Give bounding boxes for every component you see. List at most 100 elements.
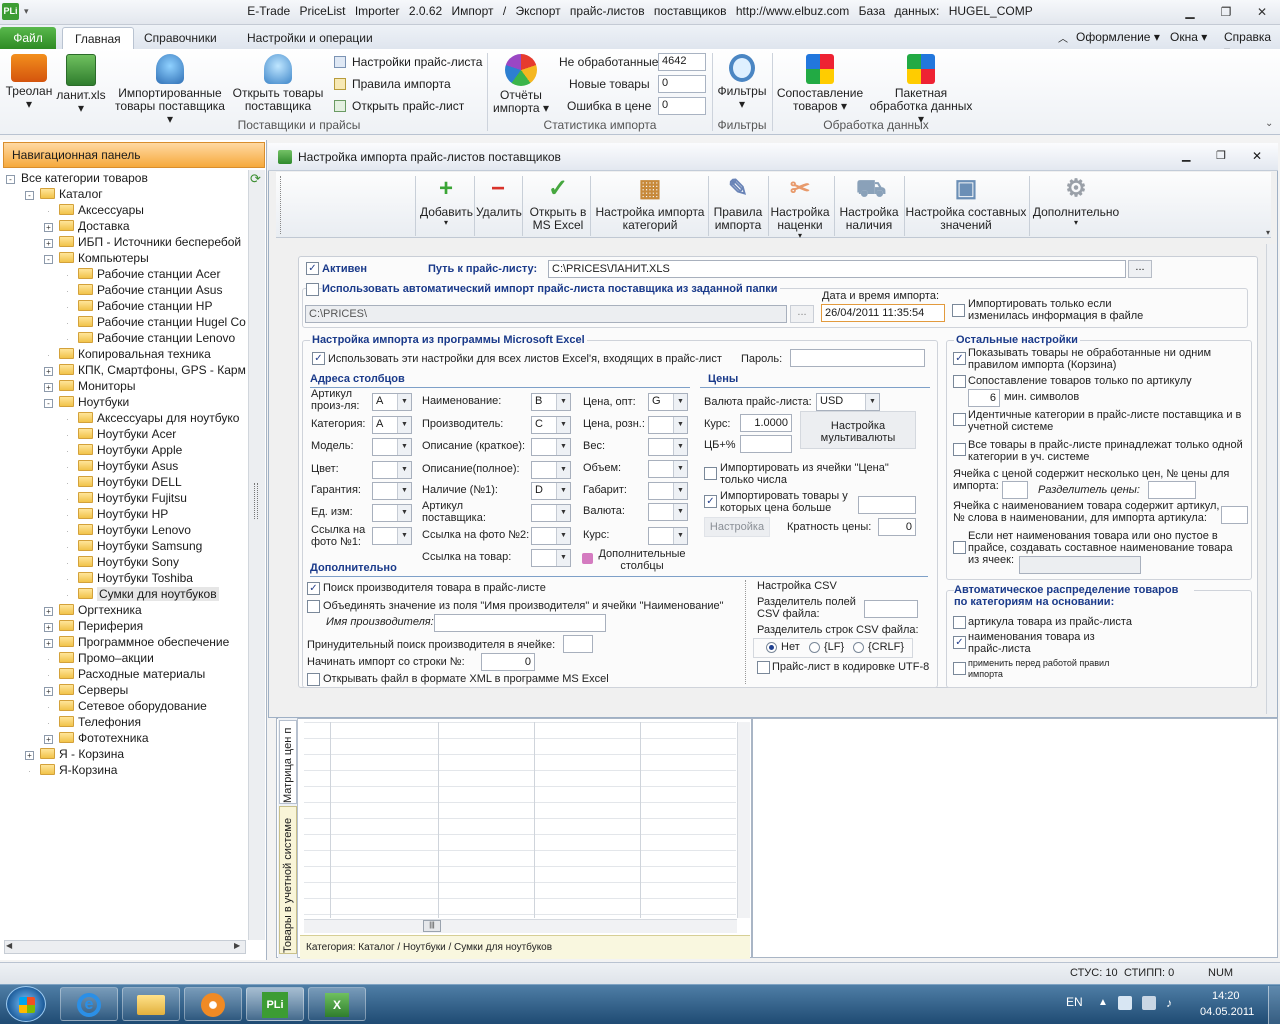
tray-expand-icon[interactable]: ▲ bbox=[1098, 997, 1108, 1008]
toolbar-button-check[interactable]: ✓ Открыть в MS Excel bbox=[528, 176, 588, 232]
tree-item[interactable]: · Ноутбуки HP bbox=[6, 506, 248, 522]
tree-item[interactable]: · Сетевое оборудование bbox=[6, 698, 248, 714]
tree-item[interactable]: · Ноутбуки Asus bbox=[6, 458, 248, 474]
tree-item[interactable]: + Программное обеспечение bbox=[6, 634, 248, 650]
browse-button[interactable]: ... bbox=[1128, 260, 1152, 278]
col-color-select[interactable] bbox=[372, 461, 412, 479]
tree-item[interactable]: - Компьютеры bbox=[6, 250, 248, 266]
col-unit-select[interactable] bbox=[372, 504, 412, 522]
nav-horizontal-scrollbar[interactable] bbox=[4, 940, 246, 954]
expand-icon[interactable]: + bbox=[25, 751, 34, 760]
merge-vendor-checkbox[interactable] bbox=[307, 600, 320, 613]
vendor-name-input[interactable] bbox=[434, 614, 606, 632]
expand-icon[interactable]: + bbox=[44, 623, 53, 632]
col-name-select[interactable]: B bbox=[531, 393, 571, 411]
volume-icon[interactable]: ♪ bbox=[1166, 996, 1180, 1010]
tree-item[interactable]: · Расходные материалы bbox=[6, 666, 248, 682]
tree-item[interactable]: · Рабочие станции Lenovo bbox=[6, 330, 248, 346]
expand-icon[interactable]: + bbox=[44, 367, 53, 376]
password-input[interactable] bbox=[790, 349, 925, 367]
only-changed-checkbox[interactable] bbox=[952, 304, 965, 317]
tree-item[interactable]: + Периферия bbox=[6, 618, 248, 634]
col-category-select[interactable]: A bbox=[372, 416, 412, 434]
lanit-xls-button[interactable]: ланит.xls ▾ bbox=[56, 54, 106, 115]
close-button[interactable]: ✕ bbox=[1250, 3, 1274, 21]
vendor-search-checkbox[interactable]: ✓ bbox=[307, 582, 320, 595]
col-price-retail-select[interactable] bbox=[648, 416, 688, 434]
tree-item[interactable]: · Рабочие станции Acer bbox=[6, 266, 248, 282]
clock-time[interactable]: 14:20 bbox=[1212, 990, 1240, 1002]
toolbar-button-minus[interactable]: − Удалить bbox=[476, 176, 522, 219]
refresh-icon[interactable]: ⟳ bbox=[250, 172, 264, 186]
expand-icon[interactable]: + bbox=[44, 607, 53, 616]
tree-item[interactable]: · Ноутбуки Acer bbox=[6, 426, 248, 442]
ribbon-expand-icon[interactable]: ⌄ bbox=[1265, 118, 1273, 129]
col-model-select[interactable] bbox=[372, 438, 412, 456]
tab-price-matrix[interactable]: Матрица цен п bbox=[279, 720, 297, 804]
tree-item[interactable]: · Ноутбуки Samsung bbox=[6, 538, 248, 554]
taskbar-etrade[interactable]: PLi bbox=[246, 987, 304, 1021]
start-row-input[interactable]: 0 bbox=[481, 653, 535, 671]
tab-references[interactable]: Справочники bbox=[132, 27, 229, 49]
apply-before-rules-checkbox[interactable] bbox=[953, 662, 966, 675]
csv-crlf-radio[interactable] bbox=[853, 642, 864, 653]
col-article-select[interactable]: A bbox=[372, 393, 412, 411]
toolbar-button-plus[interactable]: + Добавить ▾ bbox=[420, 176, 473, 227]
expand-icon[interactable]: + bbox=[44, 687, 53, 696]
auto-import-path-input[interactable]: C:\PRICES\ bbox=[305, 305, 787, 323]
col-photo2-select[interactable] bbox=[531, 527, 571, 545]
open-supplier-products-button[interactable]: Открыть товары поставщика bbox=[230, 54, 326, 113]
single-category-checkbox[interactable] bbox=[953, 443, 966, 456]
tree-item[interactable]: - Каталог bbox=[6, 186, 248, 202]
filters-button[interactable]: Фильтры ▾ bbox=[714, 54, 770, 111]
taskbar-ie[interactable]: e bbox=[60, 987, 118, 1021]
path-input[interactable]: C:\PRICES\ЛАНИТ.XLS bbox=[548, 260, 1126, 278]
price-setup-button[interactable]: Настройка bbox=[704, 517, 770, 537]
child-close-button[interactable]: ✕ bbox=[1252, 149, 1262, 163]
tree-item[interactable]: - Все категории товаров bbox=[6, 170, 248, 186]
identical-categories-checkbox[interactable] bbox=[953, 413, 966, 426]
extra-columns-link[interactable]: Дополнительные столбцы bbox=[596, 548, 688, 572]
by-name-checkbox[interactable]: ✓ bbox=[953, 636, 966, 649]
maximize-button[interactable]: ❐ bbox=[1214, 3, 1238, 21]
expand-icon[interactable]: + bbox=[44, 223, 53, 232]
collapse-icon[interactable]: - bbox=[6, 175, 15, 184]
col-price-opt-select[interactable]: G bbox=[648, 393, 688, 411]
multi-price-input[interactable] bbox=[1002, 481, 1028, 499]
collapse-icon[interactable]: - bbox=[44, 255, 53, 264]
match-by-article-checkbox[interactable] bbox=[953, 375, 966, 388]
tree-item[interactable]: + Мониторы bbox=[6, 378, 248, 394]
price-greater-checkbox[interactable]: ✓ bbox=[704, 495, 717, 508]
composite-name-checkbox[interactable] bbox=[953, 541, 966, 554]
active-checkbox[interactable]: ✓ bbox=[306, 262, 319, 275]
child-maximize-button[interactable]: ❐ bbox=[1216, 149, 1226, 162]
multiplicity-input[interactable]: 0 bbox=[878, 518, 916, 536]
csv-lf-radio[interactable] bbox=[809, 642, 820, 653]
toolbar-overflow-icon[interactable]: ▾ bbox=[1266, 228, 1270, 237]
col-desc-short-select[interactable] bbox=[531, 438, 571, 456]
tree-item[interactable]: + Серверы bbox=[6, 682, 248, 698]
col-vendor-select[interactable]: C bbox=[531, 416, 571, 434]
tree-item[interactable]: + КПК, Смартфоны, GPS - Карм bbox=[6, 362, 248, 378]
xml-open-checkbox[interactable] bbox=[307, 673, 320, 686]
expand-icon[interactable]: + bbox=[44, 735, 53, 744]
flag-icon[interactable] bbox=[1118, 996, 1132, 1010]
tree-item[interactable]: · Копировальная техника bbox=[6, 346, 248, 362]
rate-input[interactable]: 1.0000 bbox=[740, 414, 792, 432]
tree-item[interactable]: · Рабочие станции HP bbox=[6, 298, 248, 314]
expand-icon[interactable]: + bbox=[44, 239, 53, 248]
grid-scroll-thumb[interactable]: ||| bbox=[423, 920, 441, 932]
col-photo1-select[interactable] bbox=[372, 527, 412, 545]
form-scrollbar[interactable] bbox=[1266, 244, 1276, 714]
collapse-icon[interactable]: - bbox=[25, 191, 34, 200]
taskbar-explorer[interactable] bbox=[122, 987, 180, 1021]
caret-up-icon[interactable]: ︿ bbox=[1058, 30, 1068, 45]
col-size-select[interactable] bbox=[648, 482, 688, 500]
tree-item[interactable]: + ИБП - Источники бесперебой bbox=[6, 234, 248, 250]
col-weight-select[interactable] bbox=[648, 438, 688, 456]
price-currency-select[interactable]: USD bbox=[816, 393, 880, 411]
tab-accounting-products[interactable]: Товары в учетной системе bbox=[279, 806, 297, 954]
tree-item[interactable]: · Ноутбуки Lenovo bbox=[6, 522, 248, 538]
file-menu[interactable]: Файл bbox=[0, 27, 56, 49]
col-supplier-article-select[interactable] bbox=[531, 504, 571, 522]
